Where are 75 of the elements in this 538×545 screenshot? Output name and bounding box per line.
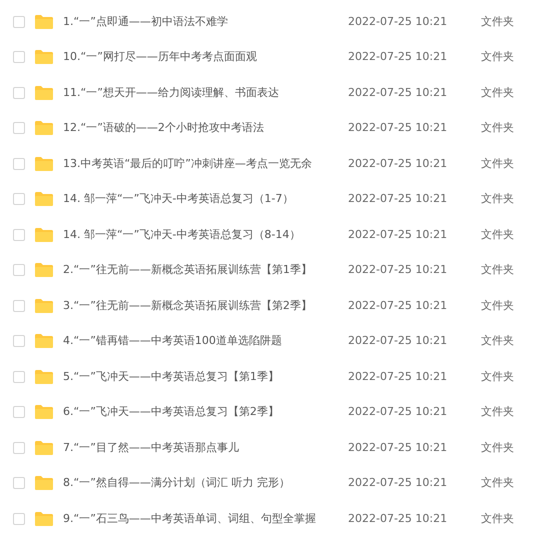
checkbox[interactable] <box>13 51 25 64</box>
modified-date: 2022-07-25 10:21 <box>348 120 448 136</box>
folder-icon <box>35 14 53 29</box>
modified-date: 2022-07-25 10:21 <box>348 510 448 526</box>
folder-name[interactable]: 4.“一”错再错——中考英语100道单选陷阱题 <box>63 333 348 350</box>
modified-date: 2022-07-25 10:21 <box>348 298 448 314</box>
folder-icon <box>35 405 53 420</box>
file-type: 文件夹 <box>481 191 514 207</box>
folder-icon <box>35 334 53 348</box>
modified-date: 2022-07-25 10:21 <box>348 440 448 456</box>
folder-icon <box>35 121 53 136</box>
file-type: 文件夹 <box>481 475 514 491</box>
folder-icon <box>35 156 53 171</box>
folder-icon <box>35 192 53 206</box>
folder-name[interactable]: 13.中考英语“最后的叮咛”冲刺讲座—考点一览无余 <box>63 156 348 172</box>
checkbox[interactable] <box>13 406 25 418</box>
modified-date: 2022-07-25 10:21 <box>348 404 448 420</box>
checkbox[interactable] <box>13 442 25 454</box>
folder-icon <box>35 298 53 313</box>
modified-date: 2022-07-25 10:21 <box>348 156 448 172</box>
checkbox[interactable] <box>13 86 25 99</box>
file-type: 文件夹 <box>481 156 514 172</box>
folder-name[interactable]: 12.“一”语破的——2个小时抢攻中考语法 <box>63 120 348 136</box>
modified-date: 2022-07-25 10:21 <box>348 49 448 65</box>
checkbox[interactable] <box>13 193 25 206</box>
folder-icon <box>35 50 53 64</box>
folder-icon <box>35 512 53 526</box>
checkbox[interactable] <box>13 512 25 525</box>
folder-name[interactable]: 14. 邹一萍“一”飞冲天-中考英语总复习（1-7） <box>63 191 348 208</box>
folder-name[interactable]: 5.“一”飞冲天——中考英语总复习【第1季】 <box>63 368 348 385</box>
folder-icon <box>35 228 53 242</box>
file-type: 文件夹 <box>481 262 514 278</box>
checkbox[interactable] <box>13 264 25 276</box>
folder-name[interactable]: 10.“一”网打尽——历年中考考点面面观 <box>63 49 348 66</box>
checkbox[interactable] <box>13 335 25 348</box>
folder-name[interactable]: 6.“一”飞冲天——中考英语总复习【第2季】 <box>63 404 348 420</box>
file-type: 文件夹 <box>481 510 514 526</box>
modified-date: 2022-07-25 10:21 <box>348 475 448 491</box>
checkbox[interactable] <box>13 228 25 241</box>
modified-date: 2022-07-25 10:21 <box>348 368 448 384</box>
folder-name[interactable]: 1.“一”点即通——初中语法不难学 <box>63 14 348 30</box>
folder-name[interactable]: 7.“一”目了然——中考英语那点事儿 <box>63 440 348 456</box>
file-type: 文件夹 <box>481 84 514 100</box>
folder-icon <box>35 86 53 100</box>
modified-date: 2022-07-25 10:21 <box>348 262 448 278</box>
modified-date: 2022-07-25 10:21 <box>348 226 448 242</box>
checkbox[interactable] <box>13 300 25 312</box>
file-type: 文件夹 <box>481 333 514 349</box>
folder-name[interactable]: 11.“一”想天开——给力阅读理解、书面表达 <box>63 84 348 101</box>
folder-name[interactable]: 3.“一”往无前——新概念英语拓展训练营【第2季】 <box>63 298 348 314</box>
folder-icon <box>35 440 53 455</box>
file-type: 文件夹 <box>481 298 514 314</box>
modified-date: 2022-07-25 10:21 <box>348 84 448 100</box>
folder-icon <box>35 370 53 384</box>
folder-icon <box>35 263 53 278</box>
file-type: 文件夹 <box>481 368 514 384</box>
checkbox[interactable] <box>13 16 25 28</box>
checkbox[interactable] <box>13 122 25 134</box>
checkbox[interactable] <box>13 370 25 383</box>
file-type: 文件夹 <box>481 440 514 456</box>
file-type: 文件夹 <box>481 49 514 65</box>
folder-name[interactable]: 9.“一”石三鸟——中考英语单词、词组、句型全掌握 <box>63 510 348 527</box>
modified-date: 2022-07-25 10:21 <box>348 191 448 207</box>
file-type: 文件夹 <box>481 404 514 420</box>
folder-icon <box>35 476 53 490</box>
file-type: 文件夹 <box>481 226 514 242</box>
file-type: 文件夹 <box>481 120 514 136</box>
folder-name[interactable]: 8.“一”然自得——满分计划（词汇 听力 完形） <box>63 475 348 492</box>
folder-name[interactable]: 14. 邹一萍“一”飞冲天-中考英语总复习（8-14） <box>63 226 348 243</box>
checkbox[interactable] <box>13 158 25 170</box>
file-type: 文件夹 <box>481 14 514 30</box>
modified-date: 2022-07-25 10:21 <box>348 333 448 349</box>
folder-name[interactable]: 2.“一”往无前——新概念英语拓展训练营【第1季】 <box>63 262 348 278</box>
modified-date: 2022-07-25 10:21 <box>348 14 448 30</box>
checkbox[interactable] <box>13 477 25 490</box>
